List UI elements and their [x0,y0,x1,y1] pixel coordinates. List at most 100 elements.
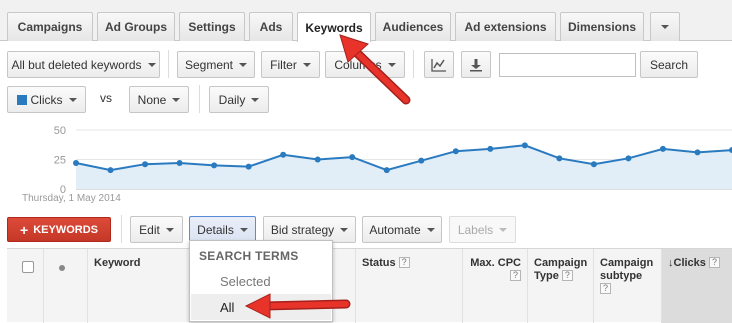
performance-chart: 50250 [54,125,732,196]
help-icon[interactable]: ? [708,257,720,268]
tab-dimensions[interactable]: Dimensions [560,12,644,41]
annotation-arrow-all [244,293,351,319]
download-icon [470,58,482,71]
chevron-down-icon [239,62,248,67]
download-button[interactable] [461,51,491,78]
add-keywords-label: KEYWORDS [33,223,98,236]
help-icon[interactable]: ? [600,283,611,294]
chart-data-point[interactable] [418,157,425,164]
metric1-label: Clicks [30,92,63,107]
tab-ads[interactable]: Ads [249,12,293,41]
chart-y-tick-label: 50 [54,125,66,137]
toggle-graph-button[interactable] [424,51,454,78]
campaign-subtype-column-label: Campaign subtype [600,257,654,282]
plus-icon: + [20,221,29,238]
keywords-table-header: Keyword Status ? Max. CPC ? Campaign Typ… [7,248,732,323]
chart-data-point[interactable] [349,154,356,161]
chart-data-point[interactable] [107,167,114,174]
chart-period-dropdown[interactable]: Daily [209,86,269,113]
chart-metric1-dropdown[interactable]: Clicks [7,86,86,113]
edit-label: Edit [139,222,160,237]
column-header-status[interactable]: Status ? [355,249,462,323]
column-header-clicks[interactable]: ↓Clicks ? [661,249,732,323]
tab-ad-extensions[interactable]: Ad extensions [455,12,556,41]
chart-data-point[interactable] [73,160,79,167]
chart-data-point[interactable] [280,151,287,158]
period-label: Daily [218,92,246,107]
chart-data-point[interactable] [383,167,390,174]
search-button-label: Search [649,57,689,72]
labels-label: Labels [457,222,494,237]
column-header-campaign-type[interactable]: Campaign Type ? [527,249,593,323]
chevron-down-icon [172,97,181,102]
chart-data-point[interactable] [659,145,666,152]
bid-strategy-dropdown[interactable]: Bid strategy [263,216,356,243]
chevron-down-icon [239,227,248,232]
automate-label: Automate [369,222,421,237]
chevron-down-icon [251,97,260,102]
chart-data-point[interactable] [590,161,597,168]
chart-data-point[interactable] [211,162,218,169]
max-cpc-column-label: Max. CPC [470,257,521,269]
chevron-down-icon [302,62,311,67]
search-input[interactable] [499,53,636,77]
status-indicator-column [43,249,87,323]
chevron-down-icon [499,227,508,232]
labels-dropdown[interactable]: Labels [449,216,516,243]
tabs-more-button[interactable] [650,12,680,41]
toolbar-divider [199,85,200,113]
chart-data-point[interactable] [176,160,183,167]
metric1-color-swatch [16,94,27,105]
vs-label: vs [100,91,112,105]
chart-data-point[interactable] [487,145,494,152]
chevron-down-icon [147,62,156,67]
annotation-arrow-keywords [339,34,411,105]
keyword-column-label: Keyword [94,257,141,269]
help-icon[interactable]: ? [510,270,521,281]
filter-dropdown[interactable]: Filter [261,51,320,78]
column-header-max-cpc[interactable]: Max. CPC ? [462,249,527,323]
tab-campaigns[interactable]: Campaigns [7,12,93,41]
chevron-down-icon [661,25,669,29]
line-chart-icon [431,58,446,72]
chart-data-point[interactable] [142,161,149,168]
chevron-down-icon [426,227,435,232]
tab-ad-groups[interactable]: Ad Groups [97,12,175,41]
keyword-status-filter-label: All but deleted keywords [11,57,142,72]
details-dropdown[interactable]: Details [189,216,256,243]
chart-data-point[interactable] [694,149,701,156]
chart-series-area [76,145,732,189]
search-button[interactable]: Search [640,51,698,78]
details-menu-heading: SEARCH TERMS [199,249,299,263]
filter-label: Filter [270,57,297,72]
segment-dropdown[interactable]: Segment [177,51,255,78]
chevron-down-icon [340,227,349,232]
chart-metric2-dropdown[interactable]: None [129,86,189,113]
add-keywords-button[interactable]: + KEYWORDS [7,217,111,242]
details-label: Details [197,222,234,237]
help-icon[interactable]: ? [398,257,410,268]
bid-strategy-label: Bid strategy [270,222,335,237]
column-header-campaign-subtype[interactable]: Campaign subtype ? [593,249,661,323]
tab-settings[interactable]: Settings [179,12,245,41]
segment-label: Segment [184,57,234,72]
chart-data-point[interactable] [452,148,459,155]
status-column-label: Status [362,257,396,269]
chevron-down-icon [68,97,77,102]
help-icon[interactable]: ? [561,270,573,281]
chart-data-point[interactable] [245,163,252,170]
toolbar-divider [168,50,169,78]
keyword-status-filter-dropdown[interactable]: All but deleted keywords [7,51,160,78]
metric2-label: None [137,92,167,107]
toolbar-divider [121,215,122,243]
chart-data-point[interactable] [521,142,528,149]
select-all-checkbox[interactable] [22,261,34,273]
chevron-down-icon [165,227,174,232]
chart-data-point[interactable] [314,156,321,163]
automate-dropdown[interactable]: Automate [362,216,442,243]
chart-data-point[interactable] [556,155,563,162]
edit-dropdown[interactable]: Edit [130,216,183,243]
chart-data-point[interactable] [625,155,632,162]
clicks-column-label: Clicks [673,257,706,269]
chart-date-label: Thursday, 1 May 2014 [22,193,121,204]
